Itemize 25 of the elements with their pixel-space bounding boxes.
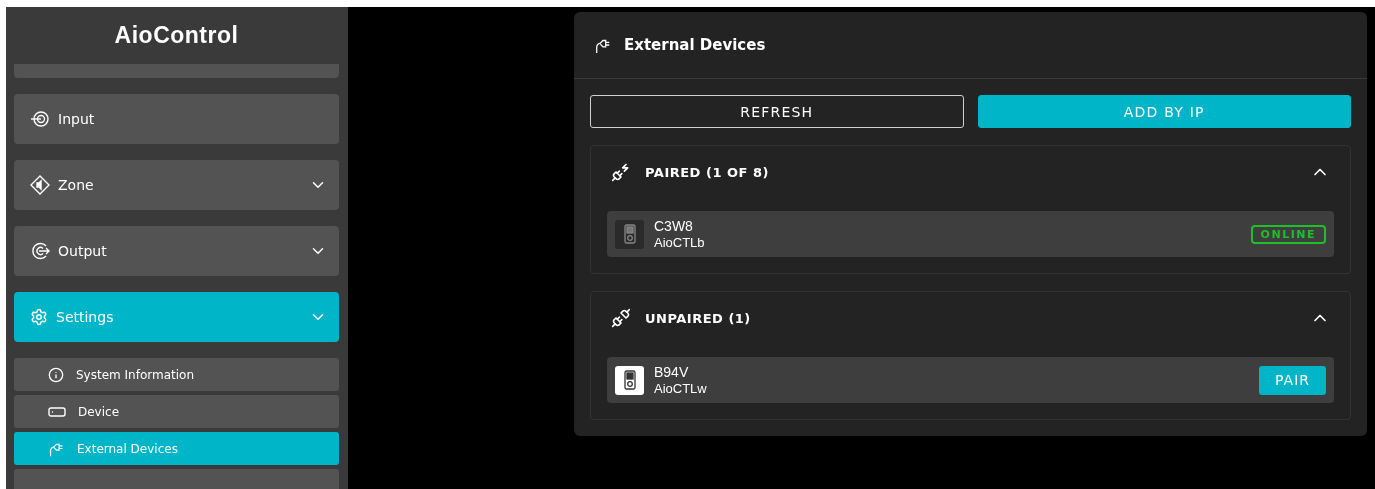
status-badge: ONLINE [1250,224,1326,244]
submenu-item[interactable]: System Information [14,358,339,391]
menu-item[interactable]: Input [14,94,339,144]
submenu-item[interactable]: Device [14,395,339,428]
info-icon [48,366,64,383]
section-title: PAIRED (1 OF 8) [645,164,770,180]
speaker-diamond-icon [30,175,50,195]
input-icon [30,109,50,129]
device-name: C3W8 [654,217,694,235]
menu-item[interactable]: Output [14,226,339,276]
menu-item[interactable]: Zone [14,160,339,210]
device-icon [623,224,636,244]
panel-title: External Devices [624,36,766,54]
device-icon [48,406,66,417]
device-icon [623,370,636,390]
device-model: AioCTLb [654,234,706,251]
device-model: AioCTLw [654,380,708,397]
unplugged-icon [611,308,631,328]
logo: AioControl [113,21,240,50]
settings-icon [30,308,48,326]
output-icon [30,241,50,261]
plug-icon [611,162,631,182]
device-name: B94V [654,363,690,381]
section-title: UNPAIRED (1) [645,310,752,326]
refresh-button[interactable]: REFRESH [590,95,964,128]
